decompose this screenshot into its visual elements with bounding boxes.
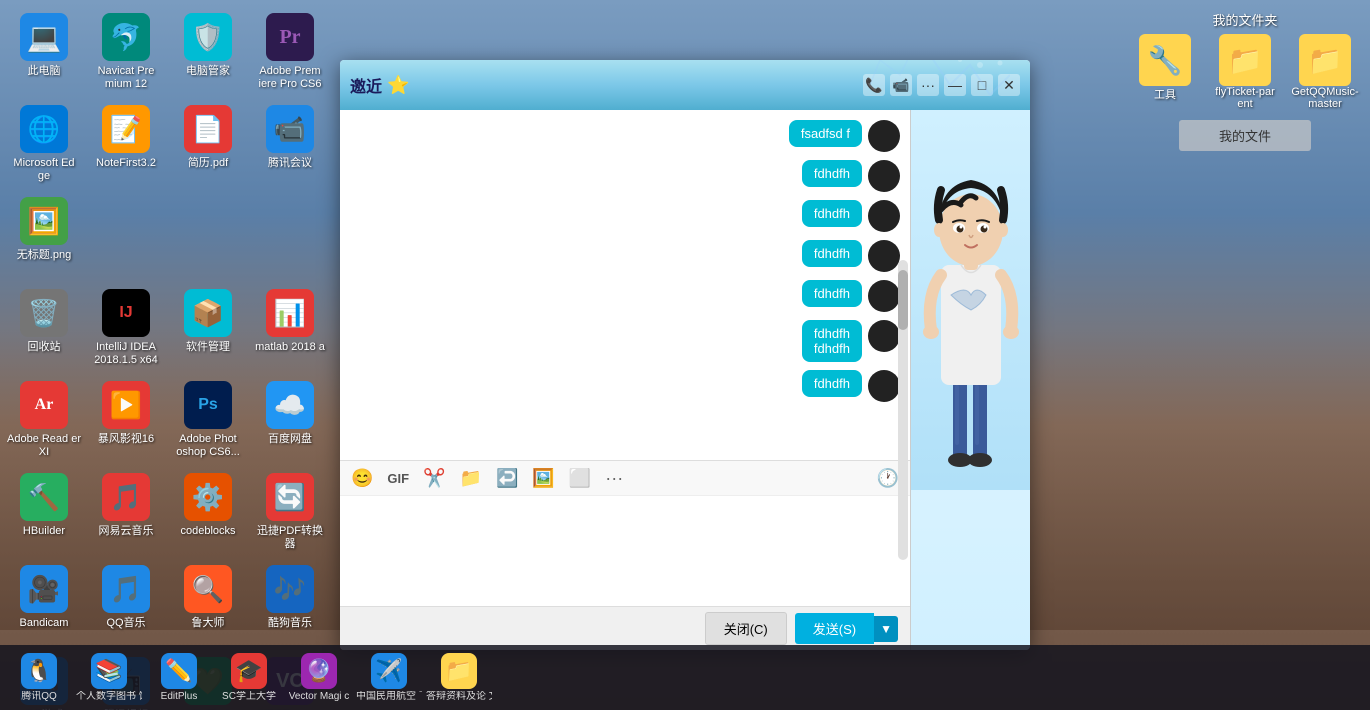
input-area (340, 496, 910, 606)
chat-titlebar-buttons: 📞 📹 ··· — □ ✕ (863, 74, 1020, 96)
my-files-header: 我的文件夹 (1212, 10, 1277, 29)
desktop-icon-recycle-bin[interactable]: 🗑️ 回收站 (5, 281, 83, 369)
taskbar-answer-docs[interactable]: 📁 答辩资料及论 文档集.rar (425, 648, 493, 708)
emoji-button[interactable]: 😊 (348, 466, 376, 491)
send-button[interactable]: 发送(S) (795, 613, 874, 644)
restore-button[interactable]: □ (971, 74, 993, 96)
desktop-icon-wutimu[interactable]: 🖼️ 无标题.png (5, 189, 83, 277)
undo-button[interactable]: ↩️ (493, 466, 521, 491)
close-chat-button[interactable]: 关闭(C) (705, 612, 787, 645)
message-row: fdhdfh fdhdfh (350, 320, 900, 362)
capture-button[interactable]: ⬜ (566, 466, 594, 491)
character-avatar-svg (911, 110, 1031, 490)
more-options-button[interactable]: ··· (917, 74, 939, 96)
chat-main: fsadfsd f fdhdfh fdhdfh fd (340, 110, 910, 650)
send-button-group: 发送(S) ▼ (795, 613, 898, 644)
desktop-icon-kugou-music[interactable]: 🎶 酷狗音乐 (251, 557, 329, 645)
chat-titlebar: 邀近 ⭐ 📞 📹 ··· — □ ✕ (340, 60, 1030, 110)
taskbar-editplus[interactable]: ✏️ EditPlus (145, 648, 213, 708)
desktop-icon-adobe-premiere[interactable]: Pr Adobe Prem iere Pro CS6 (251, 5, 329, 93)
chat-star-icon: ⭐ (387, 75, 409, 96)
taskbar-personal-library[interactable]: 📚 个人数字图书 馆1 (75, 648, 143, 708)
chat-right-sidebar (910, 110, 1030, 650)
minimize-button[interactable]: — (944, 74, 966, 96)
message-bubble: fsadfsd f (789, 120, 862, 147)
message-bubble: fdhdfh (802, 280, 862, 307)
desktop-icon-netease-music[interactable]: 🎵 网易云音乐 (87, 465, 165, 553)
message-bubble: fdhdfh (802, 240, 862, 267)
my-files-items: 🔧 工具 📁 flyTicket-par ent 📁 GetQQMusic- m… (1130, 34, 1360, 110)
desktop-icon-ludashi[interactable]: 🔍 鲁大师 (169, 557, 247, 645)
taskbar: 🐧 腾讯QQ 📚 个人数字图书 馆1 ✏️ EditPlus 🎓 SC学上大学 … (0, 645, 1370, 710)
gif-button[interactable]: GIF (384, 469, 412, 488)
desktop-icon-navicat[interactable]: 🐬 Navicat Pre mium 12 (87, 5, 165, 93)
chat-content: fsadfsd f fdhdfh fdhdfh fd (340, 110, 1030, 650)
chat-footer: 关闭(C) 发送(S) ▼ (340, 606, 910, 650)
image-button[interactable]: 🖼️ (529, 466, 557, 491)
message-bubble: fdhdfh (802, 160, 862, 187)
taskbar-air-ticket[interactable]: ✈️ 中国民用航空 飞行学院嗯嗯 (355, 648, 423, 708)
scrollbar[interactable] (898, 260, 908, 560)
desktop-icon-notefirst[interactable]: 📝 NoteFirst3.2 (87, 97, 165, 185)
message-avatar (868, 280, 900, 312)
desktop-icon-bandicam[interactable]: 🎥 Bandicam (5, 557, 83, 645)
message-avatar (868, 370, 900, 402)
message-row: fdhdfh (350, 280, 900, 312)
video-call-button[interactable]: 📹 (890, 74, 912, 96)
right-panel: 我的文件夹 🔧 工具 📁 flyTicket-par ent 📁 GetQQMu… (1120, 0, 1370, 645)
message-input[interactable] (348, 504, 902, 598)
desktop-icon-adobe-reader[interactable]: Ar Adobe Read er XI (5, 373, 83, 461)
input-toolbar: 😊 GIF ✂️ 📁 ↩️ 🖼️ ⬜ ··· 🕐 (340, 460, 910, 496)
desktop-icon-my-computer[interactable]: 💻 此电脑 (5, 5, 83, 93)
desktop-icon-ms-edge[interactable]: 🌐 Microsoft Ed ge (5, 97, 83, 185)
scroll-thumb[interactable] (898, 270, 908, 330)
right-folder-flyticket[interactable]: 📁 flyTicket-par ent (1210, 34, 1280, 110)
folder-button[interactable]: 📁 (457, 466, 485, 491)
desktop-icon-software-mgr[interactable]: 📦 软件管理 (169, 281, 247, 369)
taskbar-qq[interactable]: 🐧 腾讯QQ (5, 648, 73, 708)
desktop-icon-baidu-cloud[interactable]: ☁️ 百度网盘 (251, 373, 329, 461)
right-folder-getqqmusic[interactable]: 📁 GetQQMusic- master (1290, 34, 1360, 110)
desktop-icon-baofeng[interactable]: ▶️ 暴风影视16 (87, 373, 165, 461)
chat-title: 邀近 ⭐ (350, 73, 409, 97)
desktop-icon-tencent-meeting[interactable]: 📹 腾讯会议 (251, 97, 329, 185)
message-avatar (868, 200, 900, 232)
desktop: 💻 此电脑 🐬 Navicat Pre mium 12 🛡️ 电脑管家 Pr A… (0, 0, 1370, 710)
desktop-icon-jinjie-pdf[interactable]: 🔄 迅捷PDF转换器 (251, 465, 329, 553)
message-row: fdhdfh (350, 160, 900, 192)
voice-call-button[interactable]: 📞 (863, 74, 885, 96)
chat-window: 邀近 ⭐ 📞 📹 ··· — □ ✕ fsadfsd f (340, 60, 1030, 650)
scissors-button[interactable]: ✂️ (420, 466, 448, 491)
send-dropdown-button[interactable]: ▼ (874, 616, 898, 642)
message-row: fdhdfh (350, 200, 900, 232)
message-row: fdhdfh (350, 240, 900, 272)
desktop-icon-matlab[interactable]: 📊 matlab 2018 a (251, 281, 329, 369)
messages-area[interactable]: fsadfsd f fdhdfh fdhdfh fd (340, 110, 910, 460)
message-row: fdhdfh (350, 370, 900, 402)
more-tools-button[interactable]: ··· (602, 466, 626, 491)
desktop-icon-jianli-pdf[interactable]: 📄 简历.pdf (169, 97, 247, 185)
my-files-folder: 我的文件夹 🔧 工具 📁 flyTicket-par ent 📁 GetQQMu… (1130, 10, 1360, 151)
desktop-icon-photoshop[interactable]: Ps Adobe Phot oshop CS6... (169, 373, 247, 461)
taskbar-vector-magic[interactable]: 🔮 Vector Magi c (285, 648, 353, 708)
chat-avatar-container (911, 110, 1030, 650)
message-bubble: fdhdfh (802, 370, 862, 397)
desktop-icon-qq-music[interactable]: 🎵 QQ音乐 (87, 557, 165, 645)
taskbar-sc[interactable]: 🎓 SC学上大学 (215, 648, 283, 708)
desktop-icon-codeblocks[interactable]: ⚙️ codeblocks (169, 465, 247, 553)
message-bubble: fdhdfh (802, 200, 862, 227)
desktop-icon-computer-housekeeper[interactable]: 🛡️ 电脑管家 (169, 5, 247, 93)
message-avatar (868, 120, 900, 152)
message-avatar (868, 240, 900, 272)
desktop-icons-container: 💻 此电脑 🐬 Navicat Pre mium 12 🛡️ 电脑管家 Pr A… (5, 5, 331, 710)
message-avatar (868, 320, 900, 352)
desktop-icon-intellij[interactable]: IJ IntelliJ IDEA 2018.1.5 x64 (87, 281, 165, 369)
close-window-button[interactable]: ✕ (998, 74, 1020, 96)
my-files-button[interactable]: 我的文件 (1179, 120, 1311, 151)
message-avatar (868, 160, 900, 192)
right-folder-tools[interactable]: 🔧 工具 (1130, 34, 1200, 110)
message-bubble: fdhdfh fdhdfh (802, 320, 862, 362)
message-row: fsadfsd f (350, 120, 900, 152)
desktop-icon-hbuilder[interactable]: 🔨 HBuilder (5, 465, 83, 553)
